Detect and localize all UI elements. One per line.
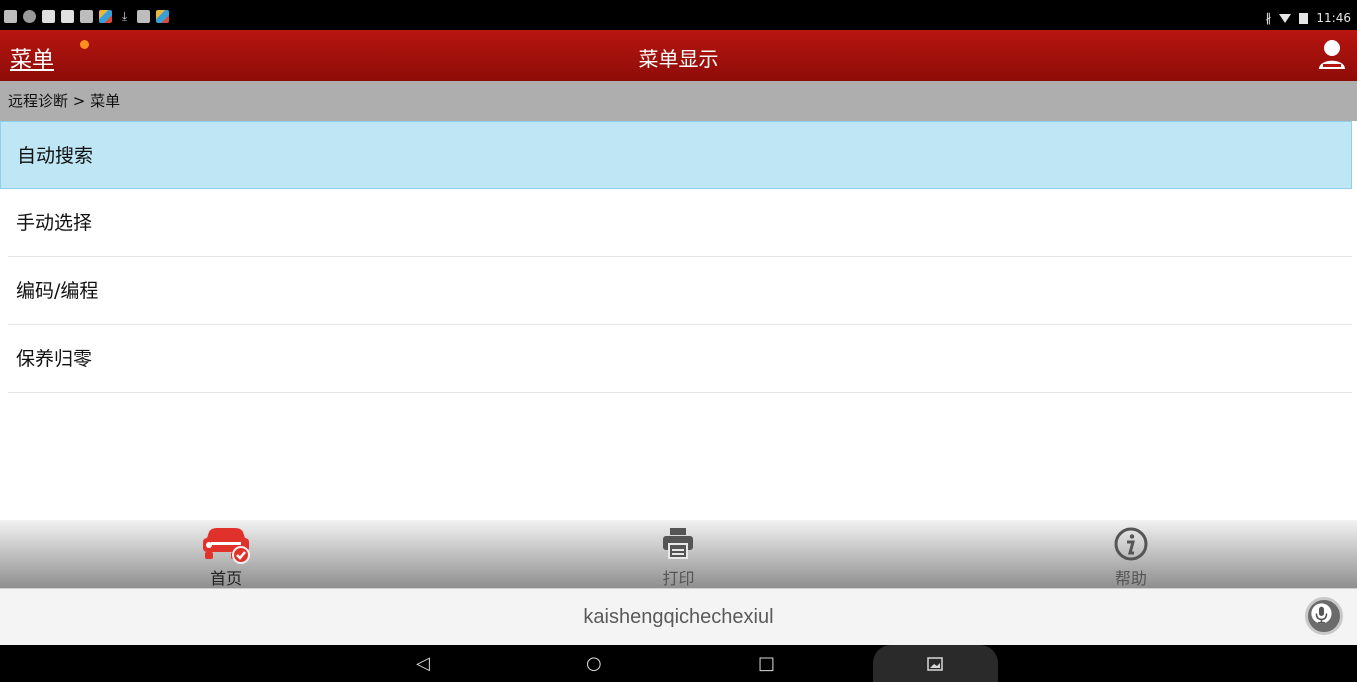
app-notification-icon <box>4 10 17 23</box>
image-notification-icon <box>80 10 93 23</box>
menu-item-coding-programming[interactable]: 编码/编程 <box>8 257 1352 325</box>
bottom-navigation: 首页 打印 帮助 <box>0 520 1357 588</box>
search-bar[interactable]: kaishengqichechexiul <box>0 588 1357 645</box>
colorful-app-icon <box>99 10 112 23</box>
home-circle-icon[interactable]: ○ <box>586 653 602 674</box>
breadcrumb: 远程诊断 > 菜单 <box>0 81 1357 121</box>
colorful-app-icon <box>156 10 169 23</box>
tab-home[interactable]: 首页 <box>0 520 452 588</box>
page-title: 菜单显示 <box>638 47 719 71</box>
square-notification-icon <box>61 10 74 23</box>
download-icon: ⤓ <box>121 9 128 23</box>
square-notification-icon <box>42 10 55 23</box>
sync-icon <box>23 10 36 23</box>
car-home-icon <box>203 528 251 564</box>
status-bar: ⤓ ∦ 11:46 <box>0 0 1357 30</box>
wifi-icon <box>1279 13 1292 23</box>
tab-home-label: 首页 <box>210 569 243 588</box>
tab-print[interactable]: 打印 <box>452 520 904 588</box>
back-icon[interactable]: ◁ <box>416 653 430 674</box>
app-window: ⤓ ∦ 11:46 菜单 菜单显示 远程诊断 > 菜单 自动搜索 手动选择 编码… <box>0 0 1357 682</box>
system-nav-bar: ◁ ○ □ <box>0 645 1357 682</box>
menu-list: 自动搜索 手动选择 编码/编程 保养归零 <box>0 121 1352 393</box>
tab-print-label: 打印 <box>662 569 695 588</box>
user-icon[interactable] <box>1317 38 1347 70</box>
menu-item-maintenance-reset[interactable]: 保养归零 <box>8 325 1352 393</box>
menu-item-auto-search[interactable]: 自动搜索 <box>0 121 1352 189</box>
tab-help-label: 帮助 <box>1114 569 1147 588</box>
image-icon <box>927 657 943 671</box>
notification-icons: ⤓ <box>4 10 169 23</box>
info-icon <box>1114 527 1148 561</box>
microphone-icon[interactable] <box>1305 597 1343 635</box>
app-header: 菜单 菜单显示 <box>0 30 1357 81</box>
recents-icon[interactable]: □ <box>758 653 775 674</box>
bluetooth-icon: ∦ <box>1265 11 1272 25</box>
printer-icon <box>663 528 694 559</box>
menu-item-manual-select[interactable]: 手动选择 <box>8 189 1352 257</box>
tab-help[interactable]: 帮助 <box>905 520 1357 588</box>
app-notification-icon <box>137 10 150 23</box>
clock: 11:46 <box>1316 11 1351 25</box>
system-status: ∦ 11:46 <box>1265 11 1351 25</box>
screenshot-button[interactable] <box>873 645 998 682</box>
battery-icon <box>1299 12 1309 24</box>
search-text: kaishengqichechexiul <box>583 606 774 628</box>
